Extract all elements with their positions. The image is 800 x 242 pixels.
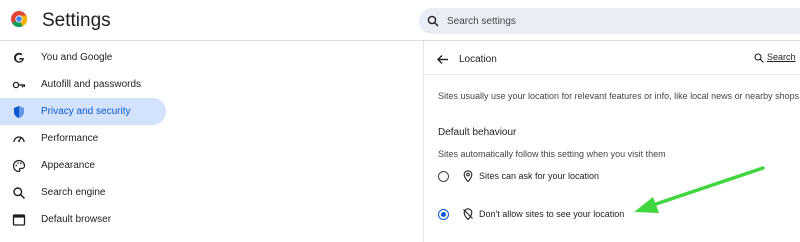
radio-button[interactable]	[438, 171, 449, 182]
key-icon	[12, 81, 25, 89]
back-arrow-icon[interactable]	[436, 53, 449, 66]
speedometer-icon	[13, 136, 25, 143]
location-pin-icon	[463, 170, 473, 182]
panel-search-label: Search	[767, 52, 796, 62]
sidebar-item-label: Performance	[41, 133, 99, 144]
top-bar: Settings	[0, 0, 800, 41]
default-behaviour-subtext: Sites automatically follow this setting …	[438, 149, 666, 159]
sidebar-item-label: You and Google	[41, 52, 113, 63]
location-settings-panel: Location Search Sites usually use your l…	[423, 41, 800, 242]
sidebar-item-label: Autofill and passwords	[41, 79, 142, 90]
sidebar-item-label: Default browser	[41, 214, 112, 225]
shield-icon	[14, 106, 24, 118]
google-g-icon	[14, 52, 24, 63]
radio-option-label: Don't allow sites to see your location	[479, 209, 625, 219]
search-icon	[13, 187, 25, 199]
sidebar-item-performance[interactable]: Performance	[0, 125, 166, 152]
search-icon	[427, 15, 439, 27]
sidebar-item-appearance[interactable]: Appearance	[0, 152, 166, 179]
page-title: Location	[459, 54, 497, 65]
sidebar: You and Google Autofill and passwords Pr…	[0, 44, 175, 233]
sidebar-item-label: Appearance	[41, 160, 95, 171]
chrome-logo-icon	[11, 11, 27, 27]
search-icon	[754, 53, 764, 63]
settings-search-box[interactable]	[419, 8, 800, 34]
app-title: Settings	[42, 10, 111, 31]
sidebar-item-privacy-and-security[interactable]: Privacy and security	[0, 98, 166, 125]
location-description: Sites usually use your location for rele…	[438, 91, 800, 101]
sidebar-item-you-and-google[interactable]: You and Google	[0, 44, 166, 71]
sidebar-item-label: Privacy and security	[41, 106, 131, 117]
sidebar-item-autofill[interactable]: Autofill and passwords	[0, 71, 166, 98]
radio-button-selected[interactable]	[438, 209, 449, 220]
radio-option-sites-can-ask[interactable]: Sites can ask for your location	[436, 168, 676, 186]
location-off-icon	[463, 208, 473, 220]
palette-icon	[12, 159, 26, 173]
radio-option-dont-allow[interactable]: Don't allow sites to see your location	[436, 206, 676, 224]
divider	[424, 74, 800, 75]
sidebar-item-search-engine[interactable]: Search engine	[0, 179, 166, 206]
browser-window-icon	[12, 214, 26, 226]
sidebar-item-default-browser[interactable]: Default browser	[0, 206, 166, 233]
default-behaviour-heading: Default behaviour	[438, 127, 517, 138]
sidebar-item-label: Search engine	[41, 187, 106, 198]
radio-option-label: Sites can ask for your location	[479, 171, 600, 181]
settings-search-input[interactable]	[445, 14, 769, 28]
